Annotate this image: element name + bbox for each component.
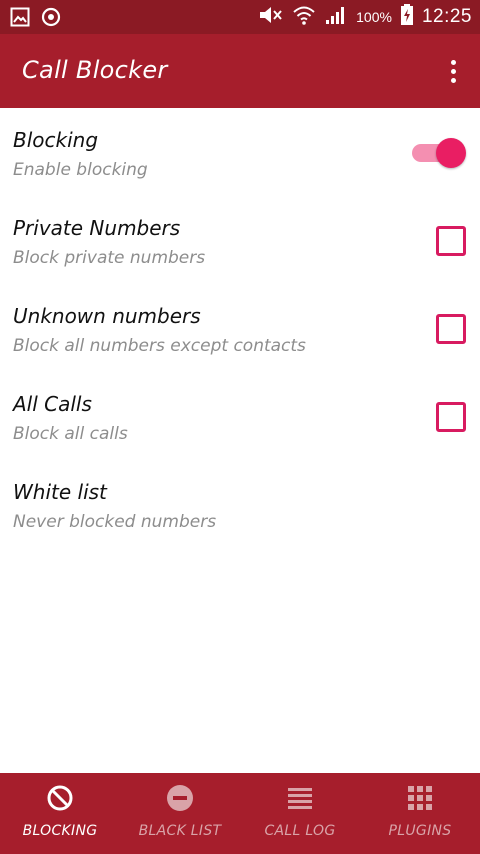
mute-icon <box>258 4 284 31</box>
nav-plugins[interactable]: PLUGINS <box>360 773 480 854</box>
grid-icon <box>405 783 435 813</box>
signal-icon <box>324 4 348 31</box>
setting-subtitle: Block private numbers <box>13 248 206 268</box>
setting-private-numbers[interactable]: Private Numbers Block private numbers <box>0 196 480 284</box>
setting-subtitle: Block all numbers except contacts <box>13 336 306 356</box>
private-numbers-checkbox[interactable] <box>436 226 466 256</box>
bottom-nav: BLOCKING BLACK LIST CALL LOG PLUGINS <box>0 773 480 854</box>
setting-unknown-numbers[interactable]: Unknown numbers Block all numbers except… <box>0 284 480 372</box>
settings-list: Blocking Enable blocking Private Numbers… <box>0 108 480 548</box>
status-left-icons <box>10 6 62 32</box>
battery-percent: 100% <box>356 9 392 25</box>
nav-label: BLOCKING <box>22 823 98 839</box>
setting-subtitle: Never blocked numbers <box>13 512 217 532</box>
block-icon <box>45 783 75 813</box>
setting-title: Unknown numbers <box>13 304 201 328</box>
nav-label: BLACK LIST <box>138 823 222 839</box>
setting-title: Blocking <box>13 128 99 152</box>
gallery-icon <box>10 7 30 31</box>
nav-label: PLUGINS <box>388 823 452 839</box>
setting-all-calls[interactable]: All Calls Block all calls <box>0 372 480 460</box>
nav-label: CALL LOG <box>264 823 336 839</box>
status-bar: 100% 12:25 <box>0 0 480 34</box>
unknown-numbers-checkbox[interactable] <box>436 314 466 344</box>
wifi-icon <box>292 4 316 31</box>
setting-title: White list <box>13 480 107 504</box>
all-calls-checkbox[interactable] <box>436 402 466 432</box>
setting-white-list[interactable]: White list Never blocked numbers <box>0 460 480 548</box>
nav-blocking[interactable]: BLOCKING <box>0 773 120 854</box>
app-title: Call Blocker <box>22 56 168 84</box>
blocking-toggle[interactable] <box>412 137 466 168</box>
minus-circle-icon <box>165 783 195 813</box>
app-bar: Call Blocker <box>0 34 480 108</box>
setting-subtitle: Enable blocking <box>13 160 148 180</box>
status-time: 12:25 <box>421 6 472 27</box>
list-icon <box>285 783 315 813</box>
setting-subtitle: Block all calls <box>13 424 128 444</box>
nav-call-log[interactable]: CALL LOG <box>240 773 360 854</box>
setting-blocking[interactable]: Blocking Enable blocking <box>0 108 480 196</box>
sync-icon <box>40 6 62 32</box>
setting-title: Private Numbers <box>13 216 181 240</box>
battery-charging-icon <box>400 3 414 31</box>
status-right-icons: 100% 12:25 <box>258 0 472 34</box>
overflow-menu-icon[interactable] <box>440 52 466 90</box>
nav-black-list[interactable]: BLACK LIST <box>120 773 240 854</box>
setting-title: All Calls <box>13 392 92 416</box>
